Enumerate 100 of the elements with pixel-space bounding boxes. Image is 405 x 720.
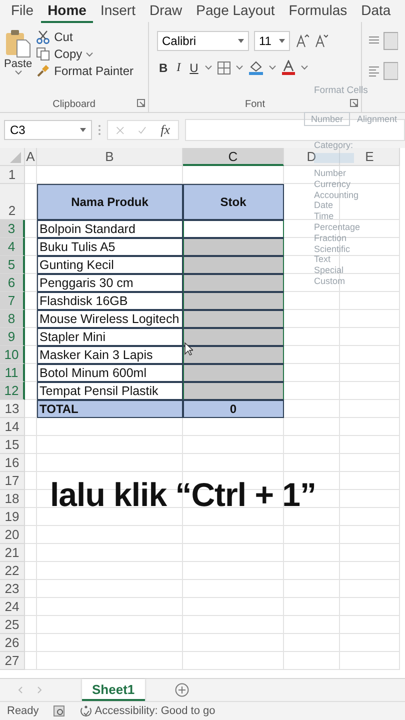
caret-icon[interactable] (236, 65, 244, 70)
stock-cell[interactable] (182, 238, 284, 256)
row-header[interactable]: 8 (0, 310, 25, 328)
name-box[interactable]: C3 (4, 120, 92, 140)
cut-button[interactable]: Cut (36, 30, 134, 44)
underline-button[interactable]: U (188, 60, 200, 74)
row-header[interactable]: 4 (0, 238, 25, 256)
align-left-icon[interactable] (368, 62, 398, 80)
ribbon-tab[interactable]: File (4, 0, 41, 22)
font-name-dropdown[interactable]: Calibri (157, 31, 249, 51)
row-header[interactable]: 27 (0, 652, 25, 670)
stock-cell[interactable] (182, 274, 284, 292)
row-header[interactable]: 23 (0, 580, 25, 598)
row-header[interactable]: 11 (0, 364, 25, 382)
paste-button[interactable]: Paste (4, 28, 32, 96)
category-label: Category: (314, 140, 354, 150)
caret-icon[interactable] (279, 39, 285, 43)
ribbon-tab[interactable]: Insert (93, 0, 142, 22)
stock-cell[interactable] (182, 346, 284, 364)
triangle-icon (10, 152, 21, 163)
caret-icon[interactable] (14, 70, 22, 75)
fill-color-icon[interactable] (248, 60, 264, 75)
borders-icon[interactable] (217, 60, 232, 74)
dialog-launcher-icon[interactable] (350, 99, 358, 107)
stock-cell[interactable] (182, 220, 284, 238)
copy-button[interactable]: Copy (36, 47, 134, 61)
row-header[interactable]: 6 (0, 274, 25, 292)
table-cell: Stapler Mini (36, 328, 183, 346)
sheet-tab[interactable]: Sheet1 (82, 679, 145, 701)
row-header[interactable]: 25 (0, 616, 25, 634)
row-header[interactable]: 26 (0, 634, 25, 652)
format-painter-button[interactable]: Format Painter (36, 64, 134, 78)
row-header[interactable]: 3 (0, 220, 25, 238)
row-header[interactable]: 14 (0, 418, 25, 436)
bold-button[interactable]: B (157, 60, 170, 74)
ribbon-tab[interactable]: Home (40, 0, 94, 22)
row-header[interactable]: 7 (0, 292, 25, 310)
macro-recording-icon[interactable] (52, 705, 65, 717)
add-sheet-icon[interactable] (174, 683, 189, 697)
scissors-icon[interactable] (36, 30, 50, 44)
accessibility-icon[interactable] (78, 705, 93, 717)
table-cell: 0 (182, 400, 284, 418)
row-header[interactable]: 9 (0, 328, 25, 346)
ribbon-tab[interactable]: Formulas (282, 0, 354, 22)
italic-button[interactable]: I (174, 60, 183, 75)
row-header[interactable]: 2 (0, 184, 25, 220)
row-header[interactable]: 12 (0, 382, 25, 400)
table-cell: Mouse Wireless Logitech (36, 310, 183, 328)
table-cell: Flashdisk 16GB (36, 292, 183, 310)
insert-function-button[interactable]: fx (160, 122, 170, 138)
status-text: Ready (7, 705, 39, 717)
column-header[interactable]: A (25, 148, 37, 166)
font-color-icon[interactable] (281, 60, 296, 75)
row-header[interactable]: 10 (0, 346, 25, 364)
row-header[interactable]: 1 (0, 166, 25, 184)
stock-cell[interactable] (182, 310, 284, 328)
stock-cell[interactable] (182, 292, 284, 310)
copy-icon[interactable] (36, 47, 50, 61)
table-cell: Tempat Pensil Plastik (36, 382, 183, 400)
accessibility-status[interactable]: Accessibility: Good to go (94, 705, 216, 717)
row-header[interactable]: 17 (0, 472, 25, 490)
row-header[interactable]: 24 (0, 598, 25, 616)
paintbrush-icon[interactable] (36, 64, 50, 78)
row-header[interactable]: 19 (0, 508, 25, 526)
caret-icon[interactable] (238, 39, 244, 43)
selection-highlight (314, 153, 354, 163)
group-label: Clipboard (52, 98, 96, 110)
stock-cell[interactable] (182, 382, 284, 400)
row-header[interactable]: 22 (0, 562, 25, 580)
caret-icon[interactable] (269, 65, 276, 70)
stock-cell[interactable] (182, 328, 284, 346)
table-cell: Bolpoin Standard (36, 220, 183, 238)
caret-icon[interactable] (205, 65, 212, 70)
ribbon-tab[interactable]: Draw (142, 0, 190, 22)
table-cell: Gunting Kecil (36, 256, 183, 274)
font-size-dropdown[interactable]: 11 (254, 31, 290, 51)
table-cell: TOTAL (36, 400, 183, 418)
ribbon-tab[interactable]: Data (354, 0, 398, 22)
row-header[interactable]: 15 (0, 436, 25, 454)
clipboard-icon[interactable] (4, 28, 32, 58)
row-header[interactable]: 21 (0, 544, 25, 562)
row-header[interactable]: 5 (0, 256, 25, 274)
increase-font-size-icon[interactable] (295, 34, 309, 48)
row-header[interactable]: 18 (0, 490, 25, 508)
row-header[interactable]: 20 (0, 526, 25, 544)
column-header[interactable]: B (37, 148, 183, 166)
align-top-icon[interactable] (368, 32, 398, 50)
row-header[interactable]: 16 (0, 454, 25, 472)
column-header[interactable]: E (340, 148, 400, 166)
decrease-font-size-icon[interactable] (314, 34, 328, 48)
stock-cell[interactable] (182, 364, 284, 382)
caret-icon[interactable] (301, 65, 308, 70)
caret-icon[interactable] (80, 128, 86, 132)
column-header[interactable]: C (183, 148, 284, 166)
dialog-launcher-icon[interactable] (137, 99, 145, 107)
ribbon-tab[interactable]: Page Layout (189, 0, 282, 22)
table-cell: Botol Minum 600ml (36, 364, 183, 382)
stock-cell[interactable] (182, 256, 284, 274)
row-header[interactable]: 13 (0, 400, 25, 418)
caret-icon[interactable] (86, 52, 94, 56)
